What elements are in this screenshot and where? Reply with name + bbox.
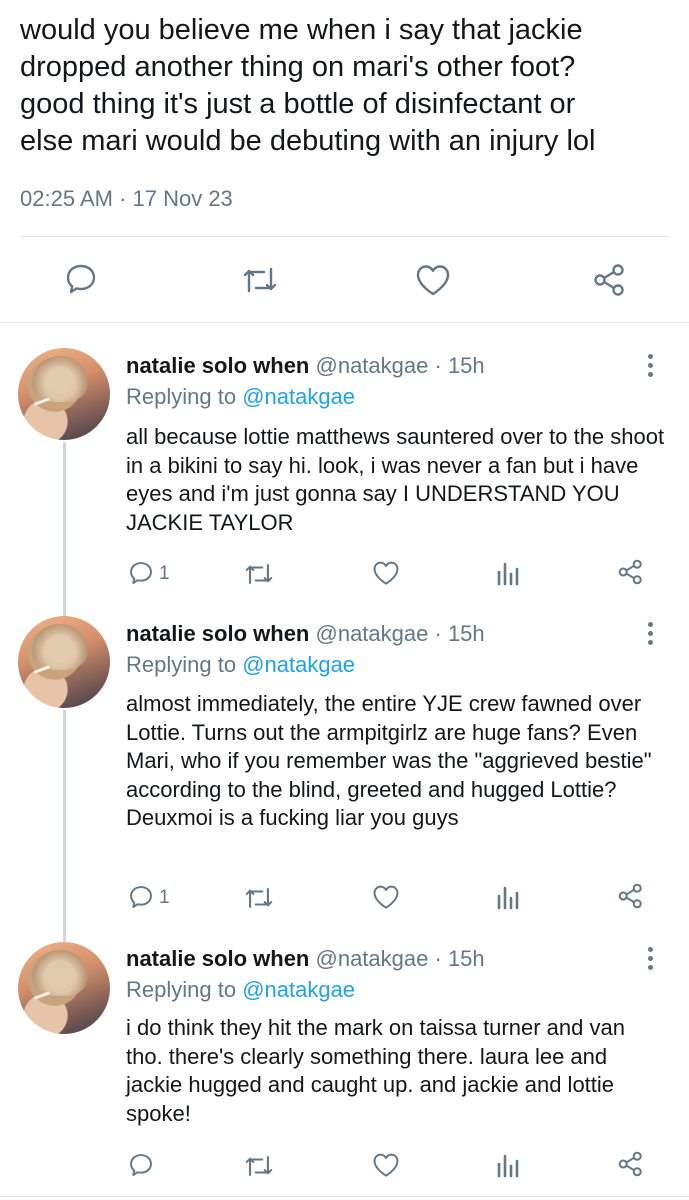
avatar[interactable] — [18, 348, 110, 440]
replying-to-line: Replying to @natakgae — [126, 651, 355, 679]
replying-to-line: Replying to @natakgae — [126, 383, 355, 411]
thread-connector — [63, 442, 66, 616]
user-handle[interactable]: @natakgae — [316, 353, 429, 378]
share-icon[interactable] — [617, 882, 645, 910]
reply-header: natalie solo when @natakgae · 15h — [126, 945, 485, 973]
share-icon[interactable] — [617, 558, 645, 586]
separator-dot: · — [434, 353, 442, 378]
reply-text: i do think they hit the mark on taissa t… — [126, 1015, 625, 1126]
analytics-icon[interactable] — [496, 560, 520, 586]
like-icon[interactable] — [372, 1152, 400, 1178]
reply-text: all because lottie matthews sauntered ov… — [126, 424, 665, 535]
share-icon[interactable] — [617, 1150, 645, 1178]
reply-count: 1 — [159, 887, 170, 908]
retweet-icon[interactable] — [242, 264, 278, 296]
replying-to-label: Replying to — [126, 652, 243, 677]
replying-to-label: Replying to — [126, 384, 243, 409]
like-icon[interactable] — [372, 560, 400, 586]
mention-link[interactable]: @natakgae — [242, 652, 355, 677]
reply-count: 1 — [159, 563, 170, 584]
user-handle[interactable]: @natakgae — [316, 946, 429, 971]
reply-icon[interactable] — [128, 1152, 154, 1178]
user-handle[interactable]: @natakgae — [316, 621, 429, 646]
reply-icon[interactable] — [64, 262, 98, 296]
reply-header: natalie solo when @natakgae · 15h — [126, 620, 485, 648]
like-icon[interactable] — [372, 884, 400, 910]
reply-header: natalie solo when @natakgae · 15h — [126, 352, 485, 380]
reply-action-bar — [0, 1150, 689, 1180]
more-options-icon[interactable] — [648, 622, 656, 649]
divider — [0, 1196, 689, 1197]
share-icon[interactable] — [592, 262, 628, 298]
mention-link[interactable]: @natakgae — [242, 977, 355, 1002]
analytics-icon[interactable] — [496, 884, 520, 910]
display-name[interactable]: natalie solo when — [126, 946, 309, 971]
replying-to-label: Replying to — [126, 977, 243, 1002]
mention-link[interactable]: @natakgae — [242, 384, 355, 409]
display-name[interactable]: natalie solo when — [126, 621, 309, 646]
analytics-icon[interactable] — [496, 1152, 520, 1178]
retweet-icon[interactable] — [244, 885, 274, 911]
reply-icon[interactable] — [128, 560, 154, 586]
reply-time: 15h — [447, 621, 485, 646]
display-name[interactable]: natalie solo when — [126, 353, 309, 378]
retweet-icon[interactable] — [244, 1153, 274, 1179]
replying-to-line: Replying to @natakgae — [126, 976, 355, 1004]
divider — [20, 236, 669, 237]
reply-icon[interactable] — [128, 884, 154, 910]
tweet-action-bar — [0, 258, 689, 304]
more-options-icon[interactable] — [648, 354, 656, 381]
retweet-icon[interactable] — [244, 561, 274, 587]
like-icon[interactable] — [415, 263, 451, 297]
more-options-icon[interactable] — [648, 947, 656, 974]
separator-dot: · — [434, 946, 442, 971]
reply-text: almost immediately, the entire YJE crew … — [126, 691, 652, 830]
tweet-timestamp: 02:25 AM · 17 Nov 23 — [20, 186, 233, 211]
avatar[interactable] — [18, 616, 110, 708]
avatar[interactable] — [18, 942, 110, 1034]
reply-time: 15h — [447, 946, 485, 971]
reply-action-bar: 1 — [0, 882, 689, 912]
separator-dot: · — [434, 621, 442, 646]
reply-action-bar: 1 — [0, 558, 689, 588]
divider — [0, 322, 689, 323]
reply-time: 15h — [447, 353, 485, 378]
tweet-text: would you believe me when i say that jac… — [20, 14, 596, 157]
